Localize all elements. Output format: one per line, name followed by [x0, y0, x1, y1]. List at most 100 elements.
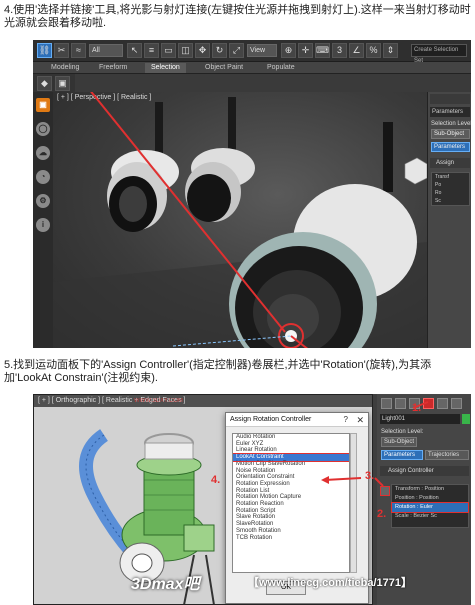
- assign-controller-rollout[interactable]: Assign: [430, 158, 470, 168]
- dialog-titlebar: Assign Rotation Controller ? ✕: [226, 413, 368, 427]
- info-icon[interactable]: i: [36, 218, 50, 232]
- spotlight-back-left: [107, 102, 179, 232]
- controller-list-item[interactable]: TCB Rotation: [233, 535, 349, 542]
- selection-level-label: Selection Level:: [431, 121, 471, 127]
- motion-tab-icon[interactable]: [423, 398, 434, 409]
- step-number-2: 2.: [377, 508, 387, 520]
- controller-list-item[interactable]: SlaveRotation: [233, 521, 349, 528]
- controller-tree[interactable]: Transform : Position Position : Position R…: [391, 484, 469, 528]
- controller-row[interactable]: Transf: [432, 173, 469, 181]
- controller-tree-row[interactable]: Rotation : Euler: [391, 502, 469, 513]
- controller-tree-row[interactable]: Transform : Position: [392, 485, 468, 494]
- gear-icon[interactable]: ⚙: [36, 194, 50, 208]
- percent-snap-icon[interactable]: %: [366, 43, 381, 58]
- controller-row[interactable]: Sc: [432, 197, 469, 205]
- cloud-icon[interactable]: ☁: [36, 146, 50, 160]
- controller-tree-row[interactable]: Position : Position: [392, 494, 468, 503]
- assign-controller-rollout[interactable]: Assign Controller: [380, 466, 469, 476]
- perspective-viewport[interactable]: [ + ] [ Perspective ] [ Realistic ]: [53, 92, 427, 348]
- controller-list-item[interactable]: Linear Rotation: [233, 447, 349, 454]
- cube-gizmo: [404, 157, 427, 185]
- command-panel-tabs: [377, 396, 471, 412]
- command-panel-tabs[interactable]: [430, 94, 470, 104]
- controller-list-item[interactable]: LookAt Constraint: [233, 453, 349, 462]
- step5-instruction: 5.找到运动面板下的'Assign Controller'(指定控制器)卷展栏,…: [4, 359, 432, 384]
- controller-list-item[interactable]: Rotation Script: [233, 508, 349, 515]
- ribbon-tab-selection[interactable]: Selection: [145, 63, 186, 73]
- parameters-tab-button[interactable]: Parameters: [381, 450, 423, 460]
- create-tab-icon[interactable]: [381, 398, 392, 409]
- move-icon[interactable]: ✥: [195, 43, 210, 58]
- site-logo: 3Dmax吧: [131, 576, 200, 593]
- controller-list-item[interactable]: Slave Rotation: [233, 514, 349, 521]
- ribbon-tab-object-paint[interactable]: Object Paint: [199, 63, 249, 73]
- sub-object-button[interactable]: Sub-Object: [431, 129, 470, 139]
- list-scrollbar[interactable]: [350, 433, 357, 573]
- ribbon: Modeling Freeform Selection Object Paint…: [33, 62, 471, 74]
- spinner-snap-icon[interactable]: ⇕: [383, 43, 398, 58]
- controller-list-item[interactable]: Smooth Rotation: [233, 528, 349, 535]
- ribbon-object-icon[interactable]: ▣: [55, 76, 70, 91]
- rect-select-icon[interactable]: ▭: [161, 43, 176, 58]
- select-by-name-icon[interactable]: ≡: [144, 43, 159, 58]
- controller-list-item[interactable]: Motion Clip SlaveRotation: [233, 461, 349, 468]
- ribbon-subbar: ◆ ▣: [33, 74, 75, 92]
- history-icon[interactable]: ◔: [36, 170, 50, 184]
- display-tab-icon[interactable]: [437, 398, 448, 409]
- ribbon-tab-modeling[interactable]: Modeling: [45, 63, 85, 73]
- window-crossing-icon[interactable]: ◫: [178, 43, 193, 58]
- site-url: 【www.linecg.com/tieba/1771】: [248, 577, 413, 589]
- scale-icon[interactable]: ⤢: [229, 43, 244, 58]
- main-toolbar: ⛓ ✂ ≈ All ↖ ≡ ▭ ◫ ✥ ↻ ⤢ View ⊕ ✛ ⌨ 3 ∠ %…: [33, 40, 471, 64]
- close-icon[interactable]: ✕: [356, 413, 364, 427]
- keyboard-shortcut-icon[interactable]: ⌨: [315, 43, 330, 58]
- controller-row[interactable]: Ro: [432, 189, 469, 197]
- controller-row[interactable]: Po: [432, 181, 469, 189]
- utilities-tab-icon[interactable]: [451, 398, 462, 409]
- controller-list[interactable]: Audio Rotation Euler XYZ Linear Rotation Lo…: [232, 433, 350, 573]
- filter-select[interactable]: All: [89, 44, 123, 57]
- controller-list-item[interactable]: Rotation Motion Capture: [233, 494, 349, 501]
- controller-list-item[interactable]: Orientation Constraint: [233, 474, 349, 481]
- rotate-icon[interactable]: ↻: [212, 43, 227, 58]
- left-shelf: ▣ ◯ ☁ ◔ ⚙ i: [33, 92, 53, 348]
- help-icon[interactable]: ?: [344, 413, 348, 427]
- unlink-icon[interactable]: ✂: [54, 43, 69, 58]
- assign-controller-icon[interactable]: [380, 486, 390, 496]
- object-name-field[interactable]: Light001: [380, 414, 460, 424]
- controller-list-item[interactable]: Audio Rotation: [233, 434, 349, 441]
- parameters-button[interactable]: Parameters: [431, 142, 470, 152]
- dialog-title: Assign Rotation Controller: [230, 416, 312, 423]
- ribbon-tab-populate[interactable]: Populate: [261, 63, 301, 73]
- sub-object-button[interactable]: Sub-Object: [381, 437, 417, 447]
- modify-tab-icon[interactable]: [395, 398, 406, 409]
- object-color-swatch[interactable]: [462, 414, 470, 424]
- screenshot-link-tool: ⛓ ✂ ≈ All ↖ ≡ ▭ ◫ ✥ ↻ ⤢ View ⊕ ✛ ⌨ 3 ∠ %…: [33, 40, 471, 348]
- controller-tree-row[interactable]: Scale : Bezier Sc: [392, 512, 468, 521]
- selection-level-label: Selection Level:: [381, 429, 424, 435]
- trajectories-tab-button[interactable]: Trajectories: [425, 450, 469, 460]
- controller-list-item[interactable]: Euler XYZ: [233, 441, 349, 448]
- controller-list-item[interactable]: Rotation Reaction: [233, 501, 349, 508]
- selection-set-field[interactable]: Create Selection Set: [411, 44, 467, 64]
- controller-list[interactable]: Transf Po Ro Sc: [431, 172, 470, 206]
- object-name-field[interactable]: Parameters: [430, 107, 470, 117]
- select-object-icon[interactable]: ↖: [127, 43, 142, 58]
- step-number-4: 4.: [211, 474, 221, 486]
- select-and-link-icon[interactable]: ⛓: [37, 43, 52, 58]
- bind-space-warp-icon[interactable]: ≈: [71, 43, 86, 58]
- snap-icon[interactable]: 3: [332, 43, 347, 58]
- select-manipulate-icon[interactable]: ✛: [298, 43, 313, 58]
- angle-snap-icon[interactable]: ∠: [349, 43, 364, 58]
- cube-icon[interactable]: ▣: [36, 98, 50, 112]
- reference-coordinate-select[interactable]: View: [247, 44, 277, 57]
- step4-instruction: 4.使用'选择并链接'工具,将光影与射灯连接(左键按住光源并拖拽到射灯上).这样…: [4, 4, 471, 29]
- ribbon-toggle-icon[interactable]: ◆: [37, 76, 52, 91]
- controller-list-item[interactable]: Rotation Expression: [233, 481, 349, 488]
- controller-list-item[interactable]: Noise Rotation: [233, 468, 349, 475]
- sphere-icon[interactable]: ◯: [36, 122, 50, 136]
- step-number-3: 3.: [365, 470, 375, 482]
- ribbon-tab-freeform[interactable]: Freeform: [93, 63, 133, 73]
- pivot-icon[interactable]: ⊕: [281, 43, 296, 58]
- controller-list-item[interactable]: Rotation List: [233, 488, 349, 495]
